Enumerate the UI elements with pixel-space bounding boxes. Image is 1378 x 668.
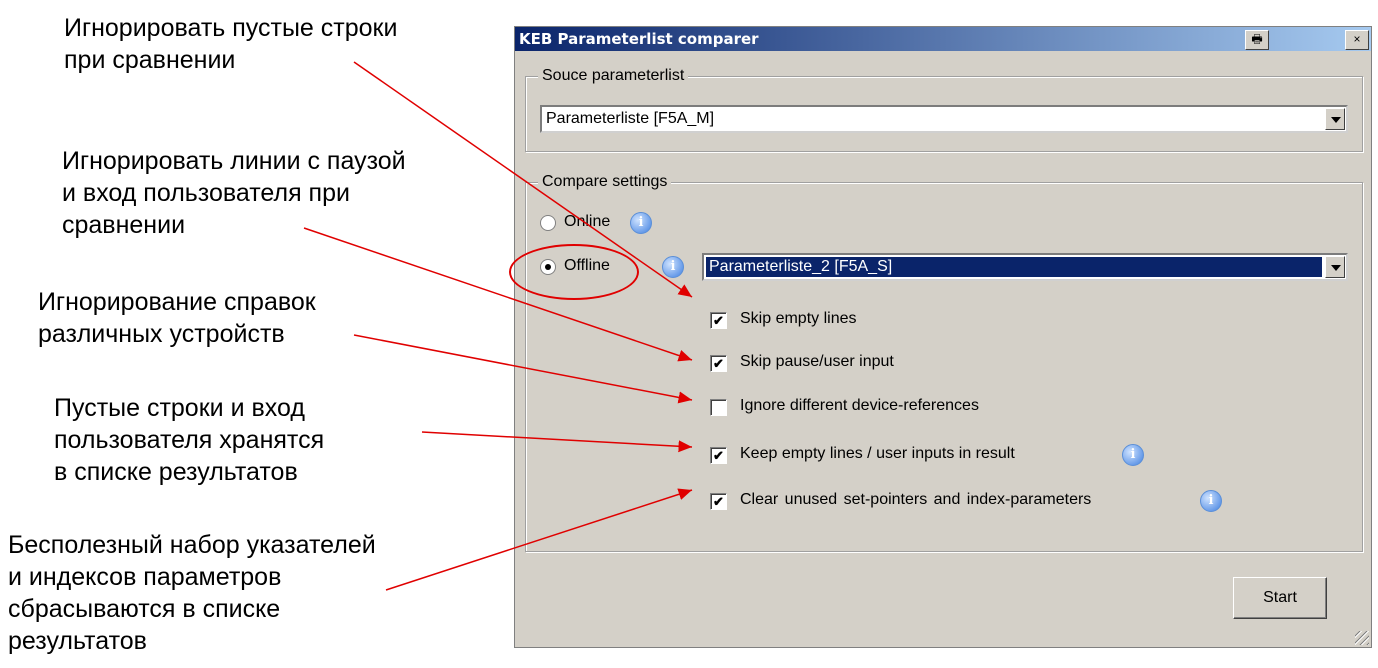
arrow-device-refs xyxy=(353,334,693,404)
annotation-arrows xyxy=(303,61,693,591)
arrow-keep-empty xyxy=(421,431,693,453)
arrow-skip-pause xyxy=(303,227,693,362)
arrow-clear-unused xyxy=(385,488,693,591)
